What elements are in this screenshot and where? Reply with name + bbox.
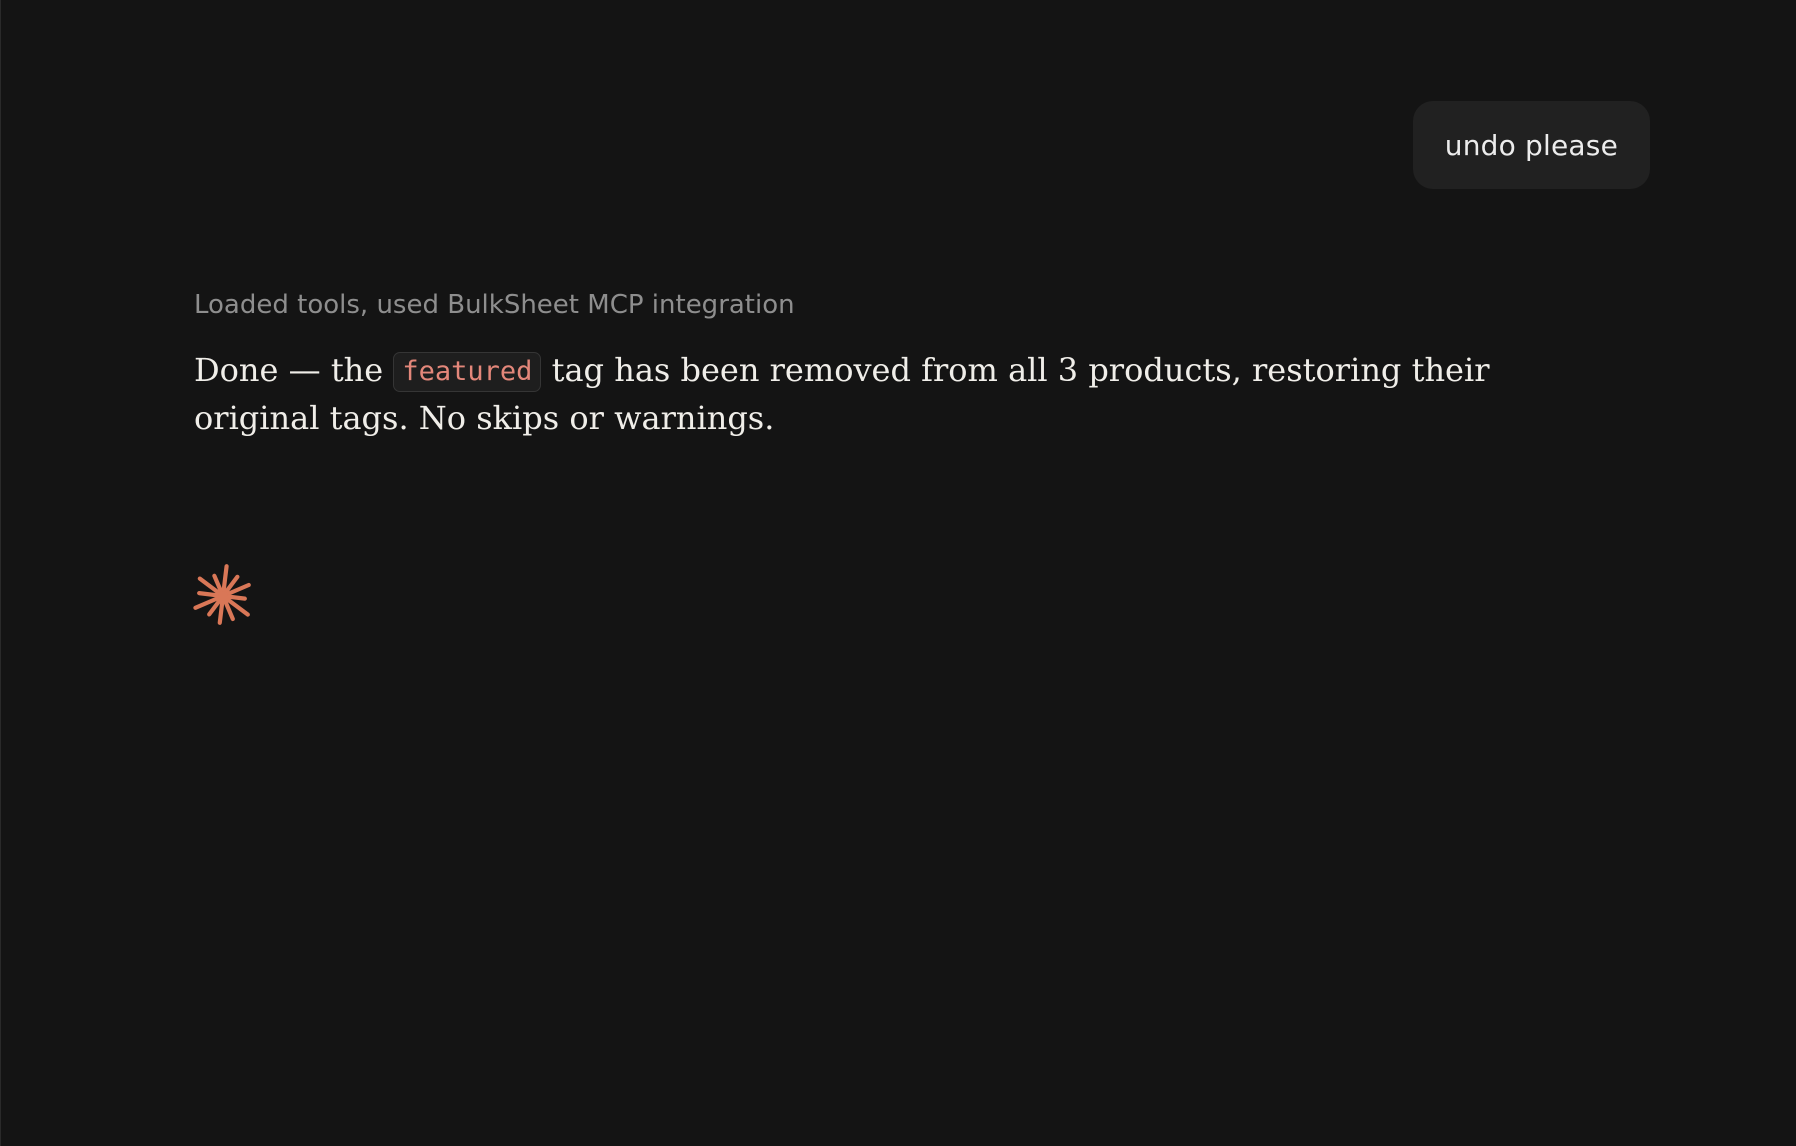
assistant-reply: Done — the featured tag has been removed… bbox=[194, 346, 1614, 442]
user-message-bubble: undo please bbox=[1412, 101, 1650, 189]
reply-text-start: Done — the bbox=[194, 351, 394, 389]
spark-icon bbox=[193, 564, 251, 625]
spark-core bbox=[218, 591, 228, 601]
inline-code: featured bbox=[393, 352, 542, 392]
tool-usage-summary[interactable]: Loaded tools, used BulkSheet MCP integra… bbox=[194, 290, 795, 320]
window-edge bbox=[0, 0, 1, 1146]
